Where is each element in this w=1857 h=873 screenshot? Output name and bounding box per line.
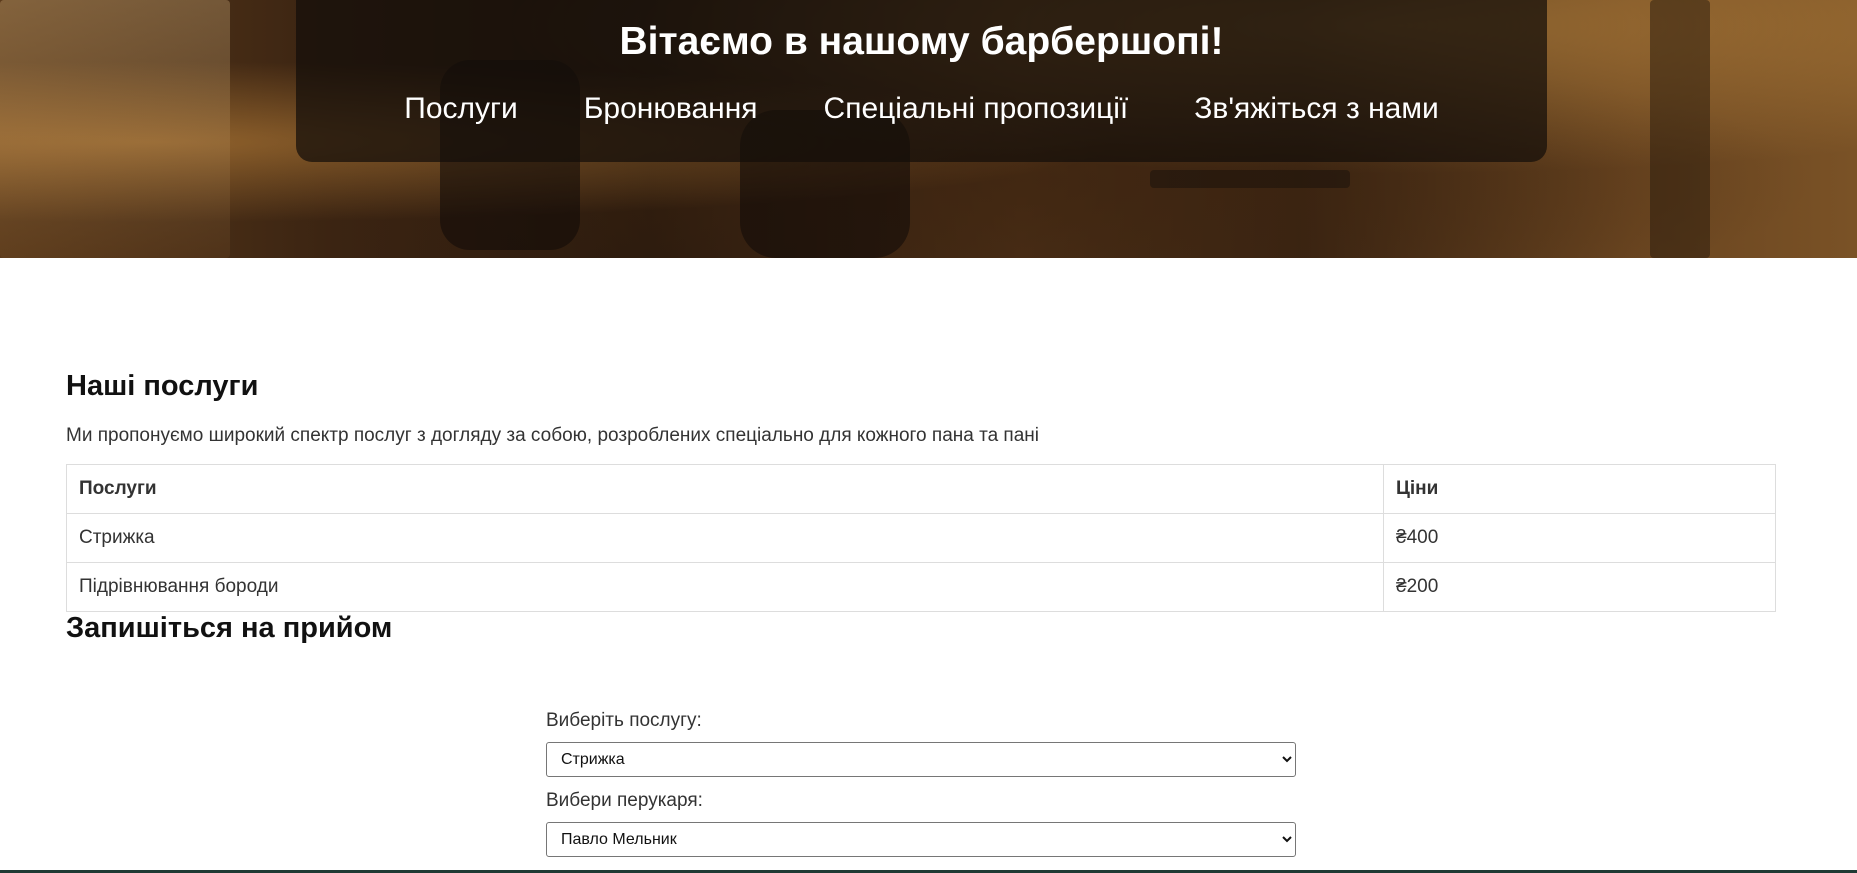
site-title: Вітаємо в нашому барбершопі!: [619, 20, 1224, 63]
table-row: Підрівнювання бороди ₴200: [66, 562, 1776, 612]
services-section: Наші послуги Ми пропонуємо широкий спект…: [66, 370, 1776, 645]
service-name-cell: Стрижка: [66, 513, 1384, 563]
nav-link-services[interactable]: Послуги: [371, 88, 550, 130]
main-nav: Послуги Бронювання Спеціальні пропозиції…: [296, 88, 1547, 130]
hero-shelf-decor: [0, 0, 230, 258]
booking-title: Запишіться на прийом: [66, 612, 393, 644]
price-table: Послуги Ціни Стрижка ₴400 Підрівнювання …: [66, 464, 1776, 612]
nav-link-contact[interactable]: Зв'яжіться з нами: [1161, 88, 1471, 130]
booking-form: Виберіть послугу: Стрижка Вибери перукар…: [546, 710, 1296, 857]
service-select-label: Виберіть послугу:: [546, 710, 702, 731]
service-name-cell: Підрівнювання бороди: [66, 562, 1384, 612]
hero-banner: Вітаємо в нашому барбершопі! Послуги Бро…: [0, 0, 1857, 258]
nav-link-special-offers[interactable]: Спеціальні пропозиції: [791, 88, 1162, 130]
hero-counter-decor: [1150, 170, 1350, 188]
table-row: Стрижка ₴400: [66, 513, 1776, 563]
column-header-price: Ціни: [1383, 464, 1776, 514]
services-title: Наші послуги: [66, 370, 259, 402]
service-price-cell: ₴400: [1383, 513, 1776, 563]
barber-select-label: Вибери перукаря:: [546, 790, 703, 811]
barber-select[interactable]: Павло Мельник: [546, 822, 1296, 857]
column-header-service: Послуги: [66, 464, 1384, 514]
service-price-cell: ₴200: [1383, 562, 1776, 612]
hero-pillar-decor: [1650, 0, 1710, 258]
table-header-row: Послуги Ціни: [66, 464, 1776, 514]
services-description: Ми пропонуємо широкий спектр послуг з до…: [66, 425, 1039, 446]
nav-link-booking[interactable]: Бронювання: [551, 88, 791, 130]
service-select[interactable]: Стрижка: [546, 742, 1296, 777]
